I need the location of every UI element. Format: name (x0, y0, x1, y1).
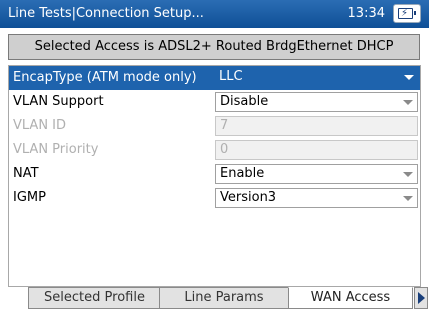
arrow-right-icon (418, 292, 425, 304)
clock: 13:34 (347, 6, 385, 21)
vlan-priority-field: 0 (215, 140, 418, 160)
chevron-down-icon[interactable] (403, 172, 413, 177)
chevron-down-icon[interactable] (403, 100, 413, 105)
nat-dropdown[interactable]: Enable (215, 164, 418, 184)
setting-label: IGMP (13, 190, 46, 205)
vlan-support-dropdown[interactable]: Disable (215, 92, 418, 112)
setting-row-vlan-support[interactable]: VLAN Support Disable (9, 90, 420, 114)
vlan-id-field: 7 (215, 116, 418, 136)
setting-value: 7 (220, 118, 229, 133)
setting-row-nat[interactable]: NAT Enable (9, 162, 420, 186)
selected-access-banner: Selected Access is ADSL2+ Routed BrdgEth… (8, 34, 420, 60)
tab-line-params[interactable]: Line Params (159, 287, 289, 309)
encap-type-dropdown[interactable]: LLC (215, 68, 418, 88)
setting-value: Enable (220, 166, 265, 181)
window-title: Line Tests|Connection Setup... (8, 6, 204, 21)
setting-row-vlan-id: VLAN ID 7 (9, 114, 420, 138)
setting-value: LLC (219, 69, 243, 84)
setting-row-vlan-priority: VLAN Priority 0 (9, 138, 420, 162)
tab-wan-access[interactable]: WAN Access (288, 287, 413, 309)
chevron-down-icon[interactable] (404, 75, 414, 80)
tab-bar: Selected Profile Line Params WAN Access (0, 287, 429, 311)
setting-value: Disable (220, 94, 269, 109)
setting-label: VLAN Priority (13, 142, 99, 157)
igmp-dropdown[interactable]: Version3 (215, 188, 418, 208)
next-tab-button[interactable] (414, 287, 428, 309)
title-bar: Line Tests|Connection Setup... 13:34 ⚡ (0, 0, 429, 28)
connection-settings-panel: EncapType (ATM mode only) LLC VLAN Suppo… (8, 65, 421, 287)
setting-row-igmp[interactable]: IGMP Version3 (9, 186, 420, 210)
setting-value: 0 (220, 142, 229, 157)
setting-value: Version3 (220, 190, 277, 205)
chevron-down-icon[interactable] (403, 196, 413, 201)
setting-row-encap-type[interactable]: EncapType (ATM mode only) LLC (9, 66, 420, 90)
battery-charging-icon: ⚡ (393, 4, 421, 23)
setting-label: NAT (13, 166, 39, 181)
setting-label: EncapType (ATM mode only) (13, 70, 197, 85)
setting-label: VLAN ID (13, 118, 67, 133)
tab-selected-profile[interactable]: Selected Profile (28, 287, 161, 309)
setting-label: VLAN Support (13, 94, 104, 109)
